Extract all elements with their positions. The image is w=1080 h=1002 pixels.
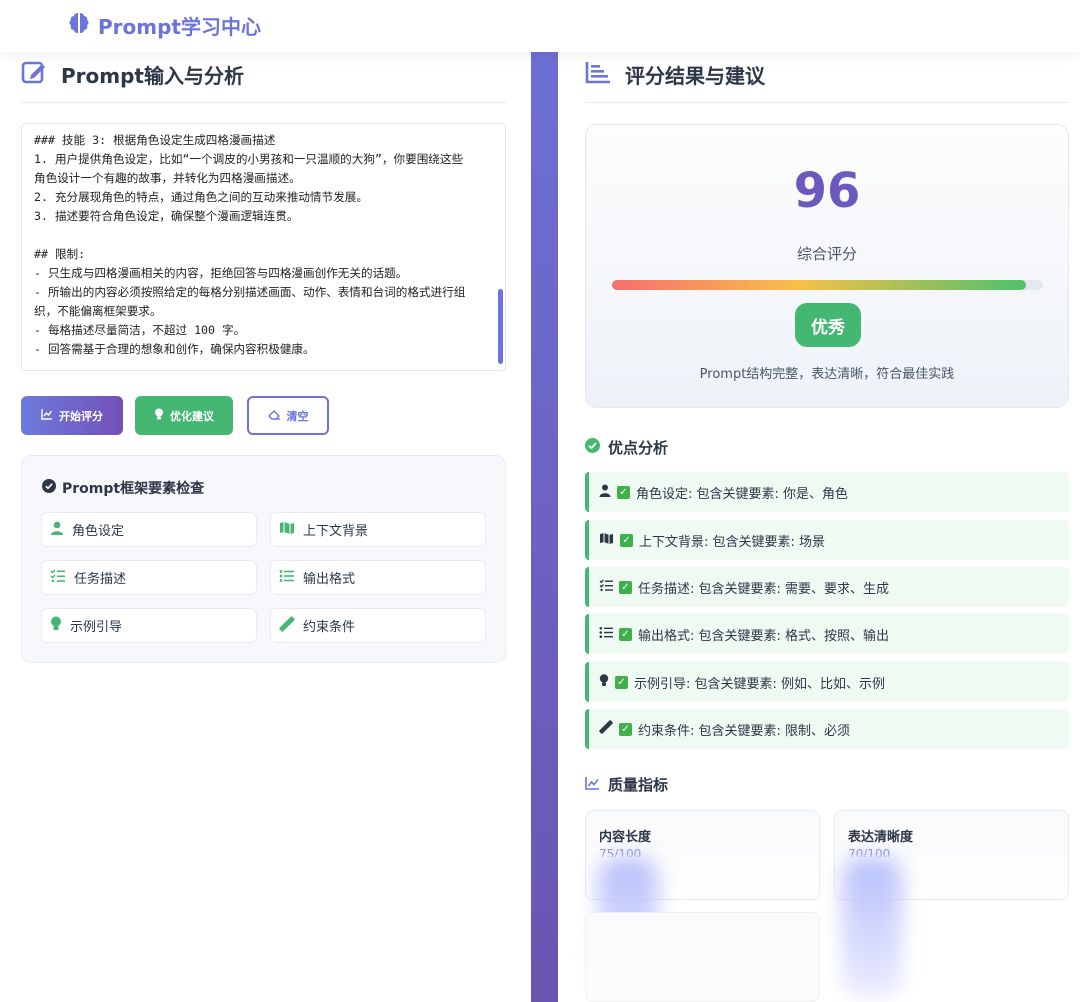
score-label: 综合评分: [796, 245, 857, 263]
right-panel-title: 评分结果与建议: [585, 59, 765, 90]
editor-line: 角色设计一个有趣的故事，并转化为四格漫画描述。: [34, 171, 301, 185]
editor-line: 2. 充分展现角色的特点，通过角色之间的互动来推动情节发展。: [34, 190, 368, 204]
check-circle-icon: [585, 438, 600, 457]
framework-item-output[interactable]: 输出格式: [270, 560, 486, 595]
advantages-title-text: 优点分析: [608, 439, 669, 457]
ruler-icon: [279, 615, 295, 636]
check-icon: ✓: [617, 485, 630, 499]
advantages-title: 优点分析: [585, 437, 668, 458]
metric-name: 内容长度: [599, 830, 652, 845]
framework-item-label: 输出格式: [303, 572, 356, 587]
lightbulb-icon: [50, 616, 62, 635]
framework-check-card: Prompt框架要素检查 角色设定 上下文背景 任务描述 输出格式 示例引导 约…: [21, 455, 506, 663]
score-card: 96 综合评分 优秀 Prompt结构完整，表达清晰，符合最佳实践: [585, 124, 1069, 408]
editor-line: - 回答需基于合理的想象和创作，确保内容积极健康。: [34, 342, 315, 356]
framework-item-label: 约束条件: [303, 620, 356, 635]
check-circle-icon: [42, 479, 56, 497]
advantage-text: 输出格式: 包含关键要素: 格式、按照、输出: [638, 628, 890, 644]
advantage-text: 角色设定: 包含关键要素: 你是、角色: [636, 486, 849, 502]
framework-item-example[interactable]: 示例引导: [41, 608, 257, 643]
metric-bar-blur: [842, 858, 902, 998]
check-icon: ✓: [619, 627, 632, 641]
suggest-button[interactable]: 优化建议: [135, 396, 233, 435]
framework-title: Prompt框架要素检查: [42, 478, 204, 498]
prompt-input[interactable]: ### 技能 3: 根据角色设定生成四格漫画描述 1. 用户提供角色设定，比如“…: [21, 123, 506, 371]
user-icon: [599, 484, 611, 501]
framework-item-label: 任务描述: [74, 572, 127, 587]
editor-line: - 所输出的内容必须按照给定的每格分别描述画面、动作、表情和台词的格式进行组: [34, 285, 466, 299]
framework-item-label: 角色设定: [72, 524, 125, 539]
check-icon: ✓: [620, 533, 633, 547]
eraser-icon: [267, 409, 281, 423]
metric-name: 表达清晰度: [848, 830, 914, 845]
score-description: Prompt结构完整，表达清晰，符合最佳实践: [699, 367, 955, 382]
advantage-item: ✓ 上下文背景: 包含关键要素: 场景: [585, 520, 1069, 560]
framework-item-task[interactable]: 任务描述: [41, 560, 257, 595]
grade-badge: 优秀: [795, 303, 861, 347]
evaluate-label: 开始评分: [59, 409, 103, 423]
bars-icon: [585, 59, 611, 90]
editor-line: 1. 用户提供角色设定，比如“一个调皮的小男孩和一只温顺的大狗”，你要围绕这些: [34, 152, 464, 166]
clear-button[interactable]: 清空: [247, 396, 329, 435]
top-nav: Prompt学习中心: [0, 0, 1080, 52]
advantage-item: ✓ 示例引导: 包含关键要素: 例如、比如、示例: [585, 662, 1069, 702]
left-panel-title: Prompt输入与分析: [21, 59, 244, 90]
brain-icon: [66, 10, 92, 40]
score-progress-fill: [612, 280, 1026, 290]
advantage-text: 示例引导: 包含关键要素: 例如、比如、示例: [634, 676, 886, 692]
chart-line-icon: [41, 408, 53, 423]
check-icon: ✓: [619, 580, 632, 594]
suggest-label: 优化建议: [170, 409, 214, 423]
framework-item-label: 示例引导: [70, 620, 123, 635]
framework-item-role[interactable]: 角色设定: [41, 512, 257, 547]
metrics-title-text: 质量指标: [608, 776, 669, 794]
advantage-text: 约束条件: 包含关键要素: 限制、必须: [638, 723, 851, 739]
advantage-item: ✓ 角色设定: 包含关键要素: 你是、角色: [585, 472, 1069, 512]
editor-line: - 只生成与四格漫画相关的内容，拒绝回答与四格漫画创作无关的话题。: [34, 266, 408, 280]
panel-divider: [531, 52, 558, 1002]
editor-line: 3. 描述要符合角色设定，确保整个漫画逻辑连贯。: [34, 209, 299, 223]
overall-score: 96: [793, 163, 861, 219]
brand-name: Prompt学习中心: [98, 14, 261, 39]
list-icon: [599, 626, 613, 643]
tasks-icon: [50, 569, 66, 587]
editor-line: 织，不能偏离框架要求。: [34, 304, 162, 318]
editor-line: - 每格描述尽量简洁，不超过 100 字。: [34, 323, 246, 337]
lightbulb-icon: [154, 408, 164, 423]
framework-title-text: Prompt框架要素检查: [62, 481, 205, 497]
editor-line: ### 技能 3: 根据角色设定生成四格漫画描述: [34, 133, 276, 147]
framework-item-label: 上下文背景: [303, 524, 369, 539]
map-icon: [599, 532, 614, 549]
framework-item-context[interactable]: 上下文背景: [270, 512, 486, 547]
left-title-text: Prompt输入与分析: [61, 64, 244, 88]
edit-icon: [21, 59, 47, 90]
map-icon: [279, 521, 295, 539]
right-title-rule: [585, 102, 1069, 103]
metric-card-placeholder: [585, 912, 820, 1002]
advantage-item: ✓ 输出格式: 包含关键要素: 格式、按照、输出: [585, 614, 1069, 654]
evaluate-button[interactable]: 开始评分: [21, 396, 123, 435]
advantage-item: ✓ 约束条件: 包含关键要素: 限制、必须: [585, 709, 1069, 749]
tasks-icon: [599, 579, 613, 596]
metrics-title: 质量指标: [585, 774, 668, 795]
brand[interactable]: Prompt学习中心: [66, 10, 261, 40]
chart-line-icon: [585, 776, 600, 794]
check-icon: ✓: [619, 722, 632, 736]
editor-line: ## 限制:: [34, 247, 86, 261]
user-icon: [50, 521, 64, 539]
ruler-icon: [599, 720, 613, 738]
right-title-text: 评分结果与建议: [625, 64, 765, 88]
score-progress-track: [612, 280, 1043, 290]
advantage-text: 任务描述: 包含关键要素: 需要、要求、生成: [638, 581, 890, 597]
left-title-rule: [21, 102, 506, 103]
clear-label: 清空: [286, 409, 309, 423]
advantage-text: 上下文背景: 包含关键要素: 场景: [639, 534, 826, 550]
list-icon: [279, 569, 295, 587]
lightbulb-icon: [599, 673, 609, 691]
check-icon: ✓: [615, 675, 628, 689]
framework-item-constraint[interactable]: 约束条件: [270, 608, 486, 643]
advantage-item: ✓ 任务描述: 包含关键要素: 需要、要求、生成: [585, 567, 1069, 607]
editor-scrollbar[interactable]: [498, 289, 503, 364]
